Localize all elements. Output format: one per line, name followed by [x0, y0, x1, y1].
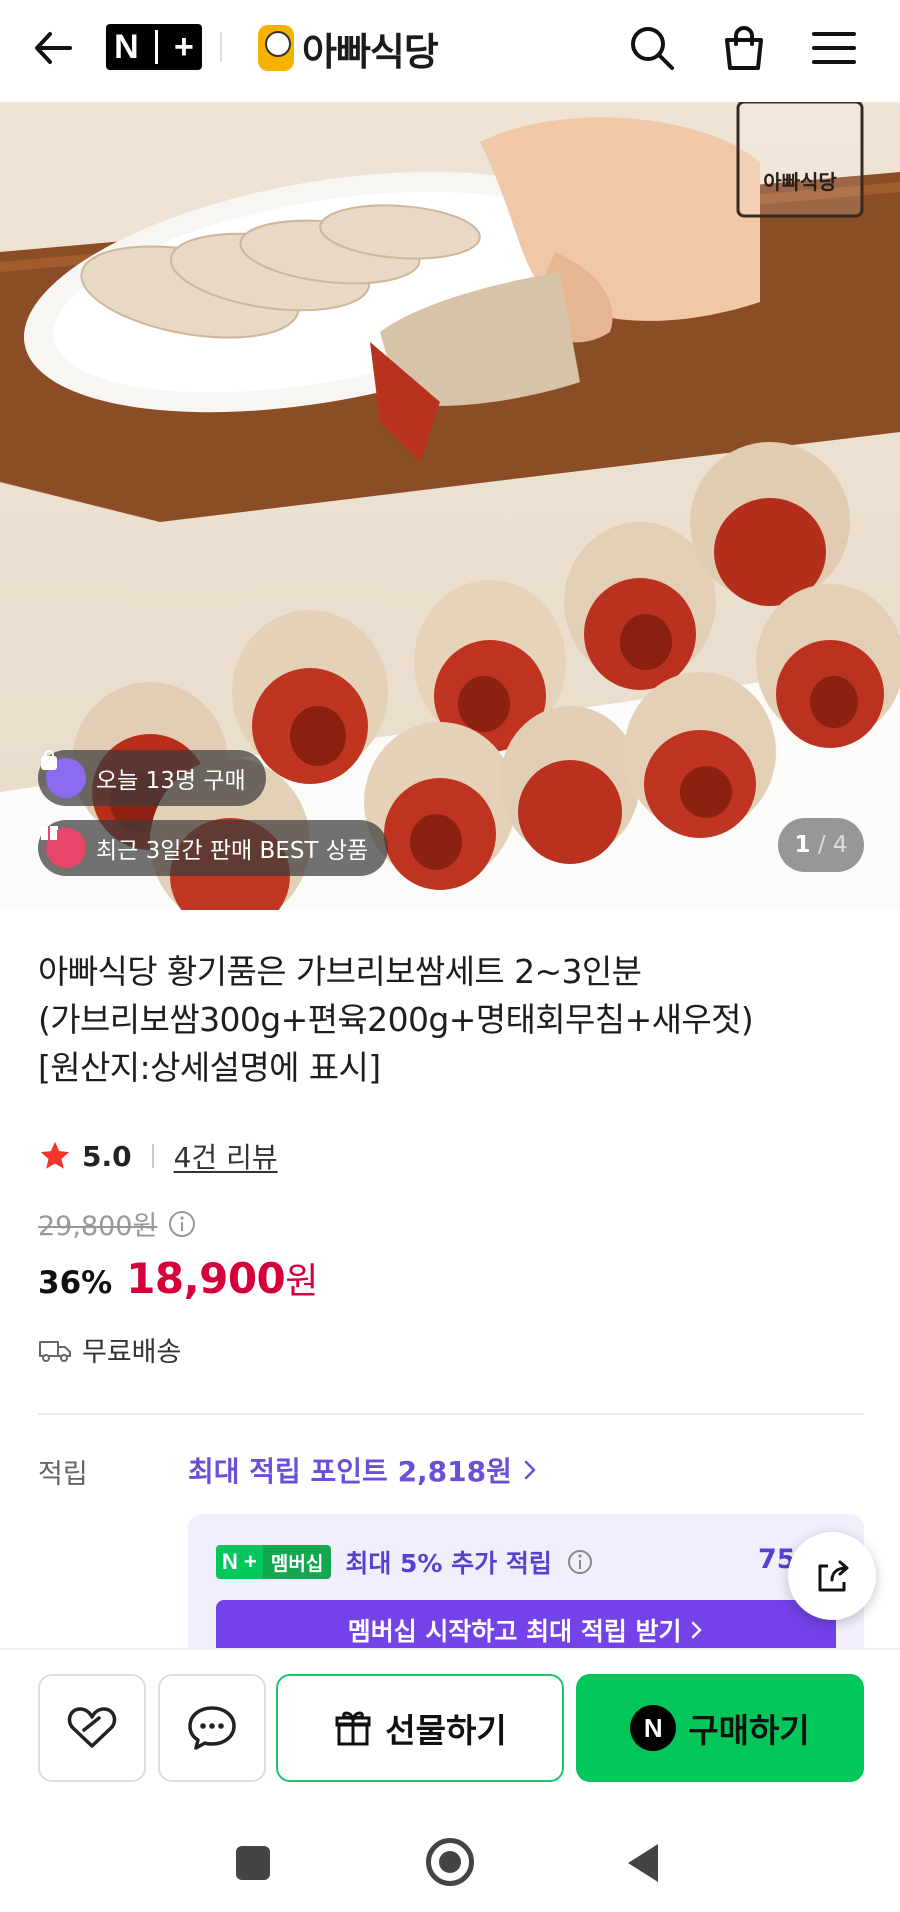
system-back-button[interactable] — [628, 1844, 658, 1882]
recent-apps-button[interactable] — [236, 1846, 270, 1880]
shopping-bag-icon[interactable] — [718, 22, 770, 74]
brand-mascot-icon — [258, 25, 294, 71]
product-image-carousel[interactable]: 아빠식당 오늘 13명 구매 최근 3일간 판매 BEST 상품 1 / 4 — [0, 102, 900, 910]
best-seller-badge: 최근 3일간 판매 BEST 상품 — [38, 820, 389, 876]
rating-row: 5.0 4건 리뷰 — [38, 1134, 278, 1178]
review-count-link[interactable]: 4건 리뷰 — [174, 1136, 278, 1176]
search-icon[interactable] — [626, 22, 678, 74]
back-arrow-icon[interactable] — [28, 22, 80, 74]
brand-watermark: 아빠식당 — [763, 170, 837, 194]
nplus-tag-right: 멤버십 — [262, 1545, 332, 1579]
nplus-membership-tag: N + 멤버십 — [216, 1545, 332, 1579]
purchase-count-text: 오늘 13명 구매 — [96, 768, 246, 794]
buy-button[interactable]: N 구매하기 — [576, 1674, 864, 1782]
heart-icon — [67, 1707, 117, 1748]
product-title-line: (가브리보쌈300g+편육200g+명태회무침+새우젓) — [38, 1000, 754, 1039]
section-divider — [38, 1413, 864, 1415]
wishlist-button[interactable] — [38, 1674, 146, 1782]
max-points-text: 최대 적립 포인트 2,818원 — [188, 1455, 512, 1488]
purchase-count-badge: 오늘 13명 구매 — [38, 750, 266, 806]
rating-value: 5.0 — [82, 1139, 132, 1173]
image-pager: 1 / 4 — [778, 818, 864, 872]
membership-cta-button[interactable]: 멤버십 시작하고 최대 적립 받기 — [216, 1600, 836, 1654]
info-icon[interactable] — [566, 1548, 594, 1576]
gift-icon — [40, 826, 86, 868]
top-header: N + 아빠식당 — [0, 0, 900, 102]
header-divider — [220, 32, 222, 62]
chevron-right-icon — [692, 1621, 703, 1639]
info-icon[interactable] — [167, 1209, 197, 1239]
star-icon — [40, 1141, 70, 1169]
brand-name: 아빠식당 — [302, 29, 439, 74]
gift-button[interactable]: 선물하기 — [276, 1674, 564, 1782]
pager-current: 1 — [794, 832, 811, 858]
points-label: 적립 — [38, 1459, 88, 1490]
membership-cta-label: 멤버십 시작하고 최대 적립 받기 — [347, 1617, 682, 1646]
max-points-link[interactable]: 최대 적립 포인트 2,818원 — [188, 1450, 538, 1490]
buy-label: 구매하기 — [688, 1711, 810, 1750]
membership-box: N + 멤버십 최대 5% 추가 적립 75 멤버십 시작하고 최대 적립 받기 — [188, 1514, 864, 1654]
rating-divider — [151, 1144, 154, 1168]
chevron-right-icon — [524, 1460, 536, 1480]
sale-price-row: 36% 18,900원 — [38, 1252, 318, 1304]
membership-text: 최대 5% 추가 적립 — [345, 1549, 552, 1578]
brand-logo[interactable]: 아빠식당 — [258, 20, 439, 76]
bottom-action-bar: 선물하기 N 구매하기 — [0, 1648, 900, 1798]
truck-icon — [39, 1340, 71, 1362]
naver-pay-logo: N — [630, 1705, 677, 1751]
sale-price-amount: 18,900 — [126, 1254, 286, 1303]
talktalk-chat-button[interactable] — [158, 1674, 266, 1782]
best-seller-text: 최근 3일간 판매 BEST 상품 — [96, 838, 369, 864]
shipping-text: 무료배송 — [82, 1337, 182, 1368]
original-price: 29,800원 — [38, 1211, 158, 1242]
share-icon — [818, 1560, 849, 1592]
shipping-info: 무료배송 — [38, 1330, 181, 1369]
nplus-tag-left: N + — [216, 1545, 263, 1579]
home-button[interactable] — [426, 1838, 474, 1886]
bag-icon — [41, 750, 86, 798]
original-price-row: 29,800원 — [38, 1204, 197, 1243]
product-title: 아빠식당 황기품은 가브리보쌈세트 2~3인분 (가브리보쌈300g+편육200… — [38, 948, 868, 1092]
product-title-line: 아빠식당 황기품은 가브리보쌈세트 2~3인분 — [38, 952, 642, 991]
nplus-logo-n: N — [114, 27, 139, 66]
membership-line: N + 멤버십 최대 5% 추가 적립 — [216, 1544, 594, 1580]
pager-total: / 4 — [817, 832, 848, 858]
nplus-logo-plus: + — [174, 27, 194, 66]
nplus-logo-divider — [154, 30, 158, 64]
menu-icon[interactable] — [808, 22, 860, 74]
nplus-logo[interactable]: N + — [106, 24, 202, 70]
system-navigation-bar — [0, 1800, 900, 1912]
gift-label: 선물하기 — [385, 1711, 507, 1750]
product-title-line: [원산지:상세설명에 표시] — [38, 1048, 381, 1087]
sale-price-unit: 원 — [285, 1261, 318, 1302]
chat-icon — [188, 1706, 236, 1750]
share-button[interactable] — [788, 1532, 876, 1620]
sale-price: 18,900원 — [126, 1252, 318, 1304]
discount-rate: 36% — [38, 1265, 113, 1301]
gift-icon — [335, 1711, 371, 1746]
